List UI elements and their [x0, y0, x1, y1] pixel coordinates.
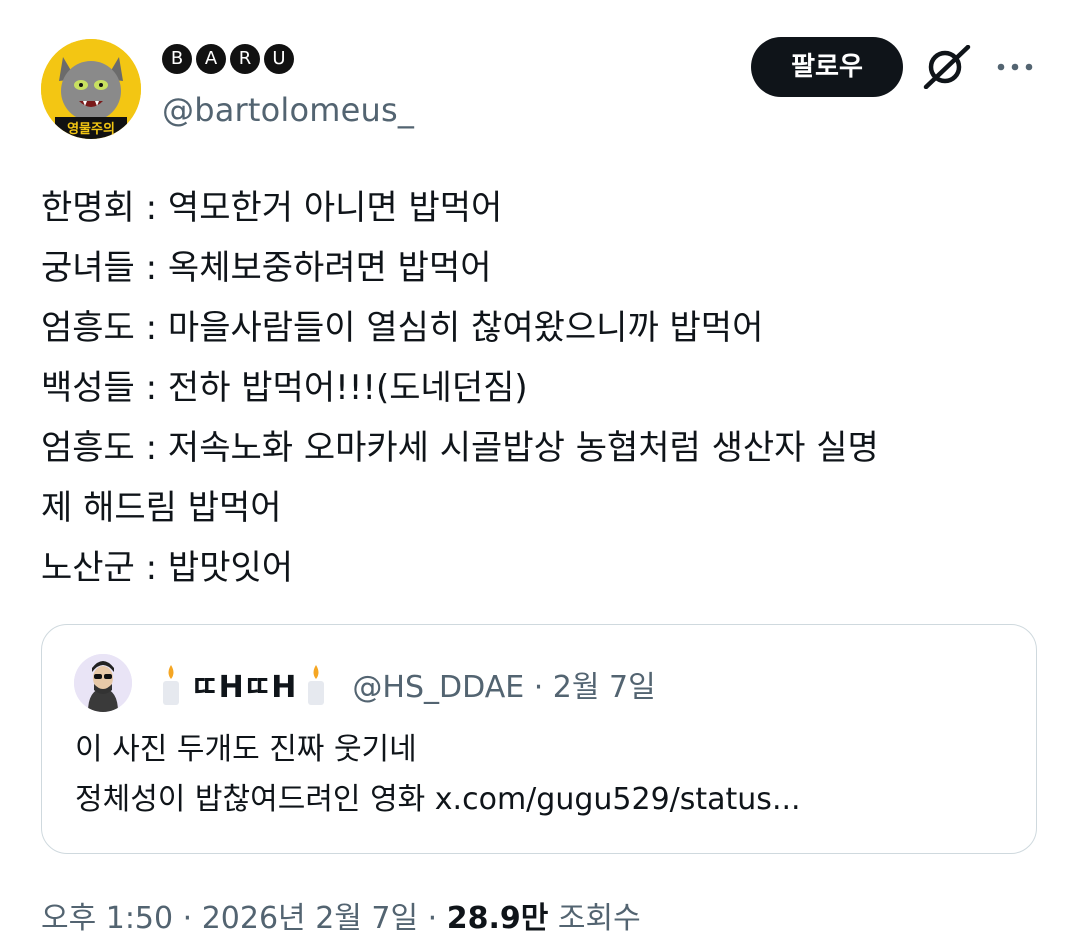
tweet-line: 엄흥도 : 저속노화 오마카세 시골밥상 농협처럼 생산자 실명 — [41, 428, 879, 468]
avatar-caption: 영물주의 — [67, 122, 115, 137]
grok-slash-icon[interactable] — [922, 44, 972, 90]
name-letter: R — [230, 44, 260, 74]
name-letter: B — [162, 44, 192, 74]
more-dots-icon[interactable] — [993, 54, 1037, 80]
quote-body: 이 사진 두개도 진짜 웃기네 정체성이 밥찮여드려인 영화 x.com/gug… — [75, 725, 1025, 825]
tweet-line: 제 해드림 밥먹어 — [41, 488, 282, 528]
quoted-tweet-card[interactable]: ㄸHㄸH @HS_DDAE · 2월 7일 이 사진 두개도 진짜 웃기네 정체… — [41, 624, 1037, 854]
author-handle[interactable]: @bartolomeus_ — [162, 91, 414, 129]
tweet-line: 백성들 : 전하 밥먹어!!!(도네던짐) — [41, 368, 528, 408]
quote-handle-date: @HS_DDAE · 2월 7일 — [352, 670, 656, 705]
tweet-line: 엄흥도 : 마을사람들이 열심히 찮여왔으니까 밥먹어 — [41, 308, 764, 348]
name-letter: A — [196, 44, 226, 74]
quote-author-avatar[interactable] — [74, 654, 132, 712]
tweet-line: 노산군 : 밥맛잇어 — [41, 548, 294, 588]
quote-author-name[interactable]: ㄸHㄸH — [191, 662, 296, 706]
tweet-body: 한명회 : 역모한거 아니면 밥먹어 궁녀들 : 옥체보중하려면 밥먹어 엄흥도… — [41, 178, 1041, 598]
name-letter: U — [264, 44, 294, 74]
views-count: 28.9만 — [446, 901, 549, 936]
tweet-timestamp[interactable]: 오후 1:50 · 2026년 2월 7일 · — [41, 901, 447, 936]
views-label: 조회수 — [548, 901, 641, 936]
tweet-meta-footer: 오후 1:50 · 2026년 2월 7일 · 28.9만 조회수 — [41, 893, 641, 937]
candle-icon — [157, 661, 185, 707]
quote-line: 이 사진 두개도 진짜 웃기네 — [75, 732, 417, 767]
quote-line: 정체성이 밥찮여드려인 영화 x.com/gugu529/status... — [75, 782, 801, 817]
candle-icon — [302, 661, 330, 707]
author-display-name[interactable]: B A R U — [162, 44, 294, 74]
tweet-line: 한명회 : 역모한거 아니면 밥먹어 — [41, 188, 503, 228]
tweet-line: 궁녀들 : 옥체보중하려면 밥먹어 — [41, 248, 492, 288]
follow-button[interactable]: 팔로우 — [751, 37, 903, 97]
